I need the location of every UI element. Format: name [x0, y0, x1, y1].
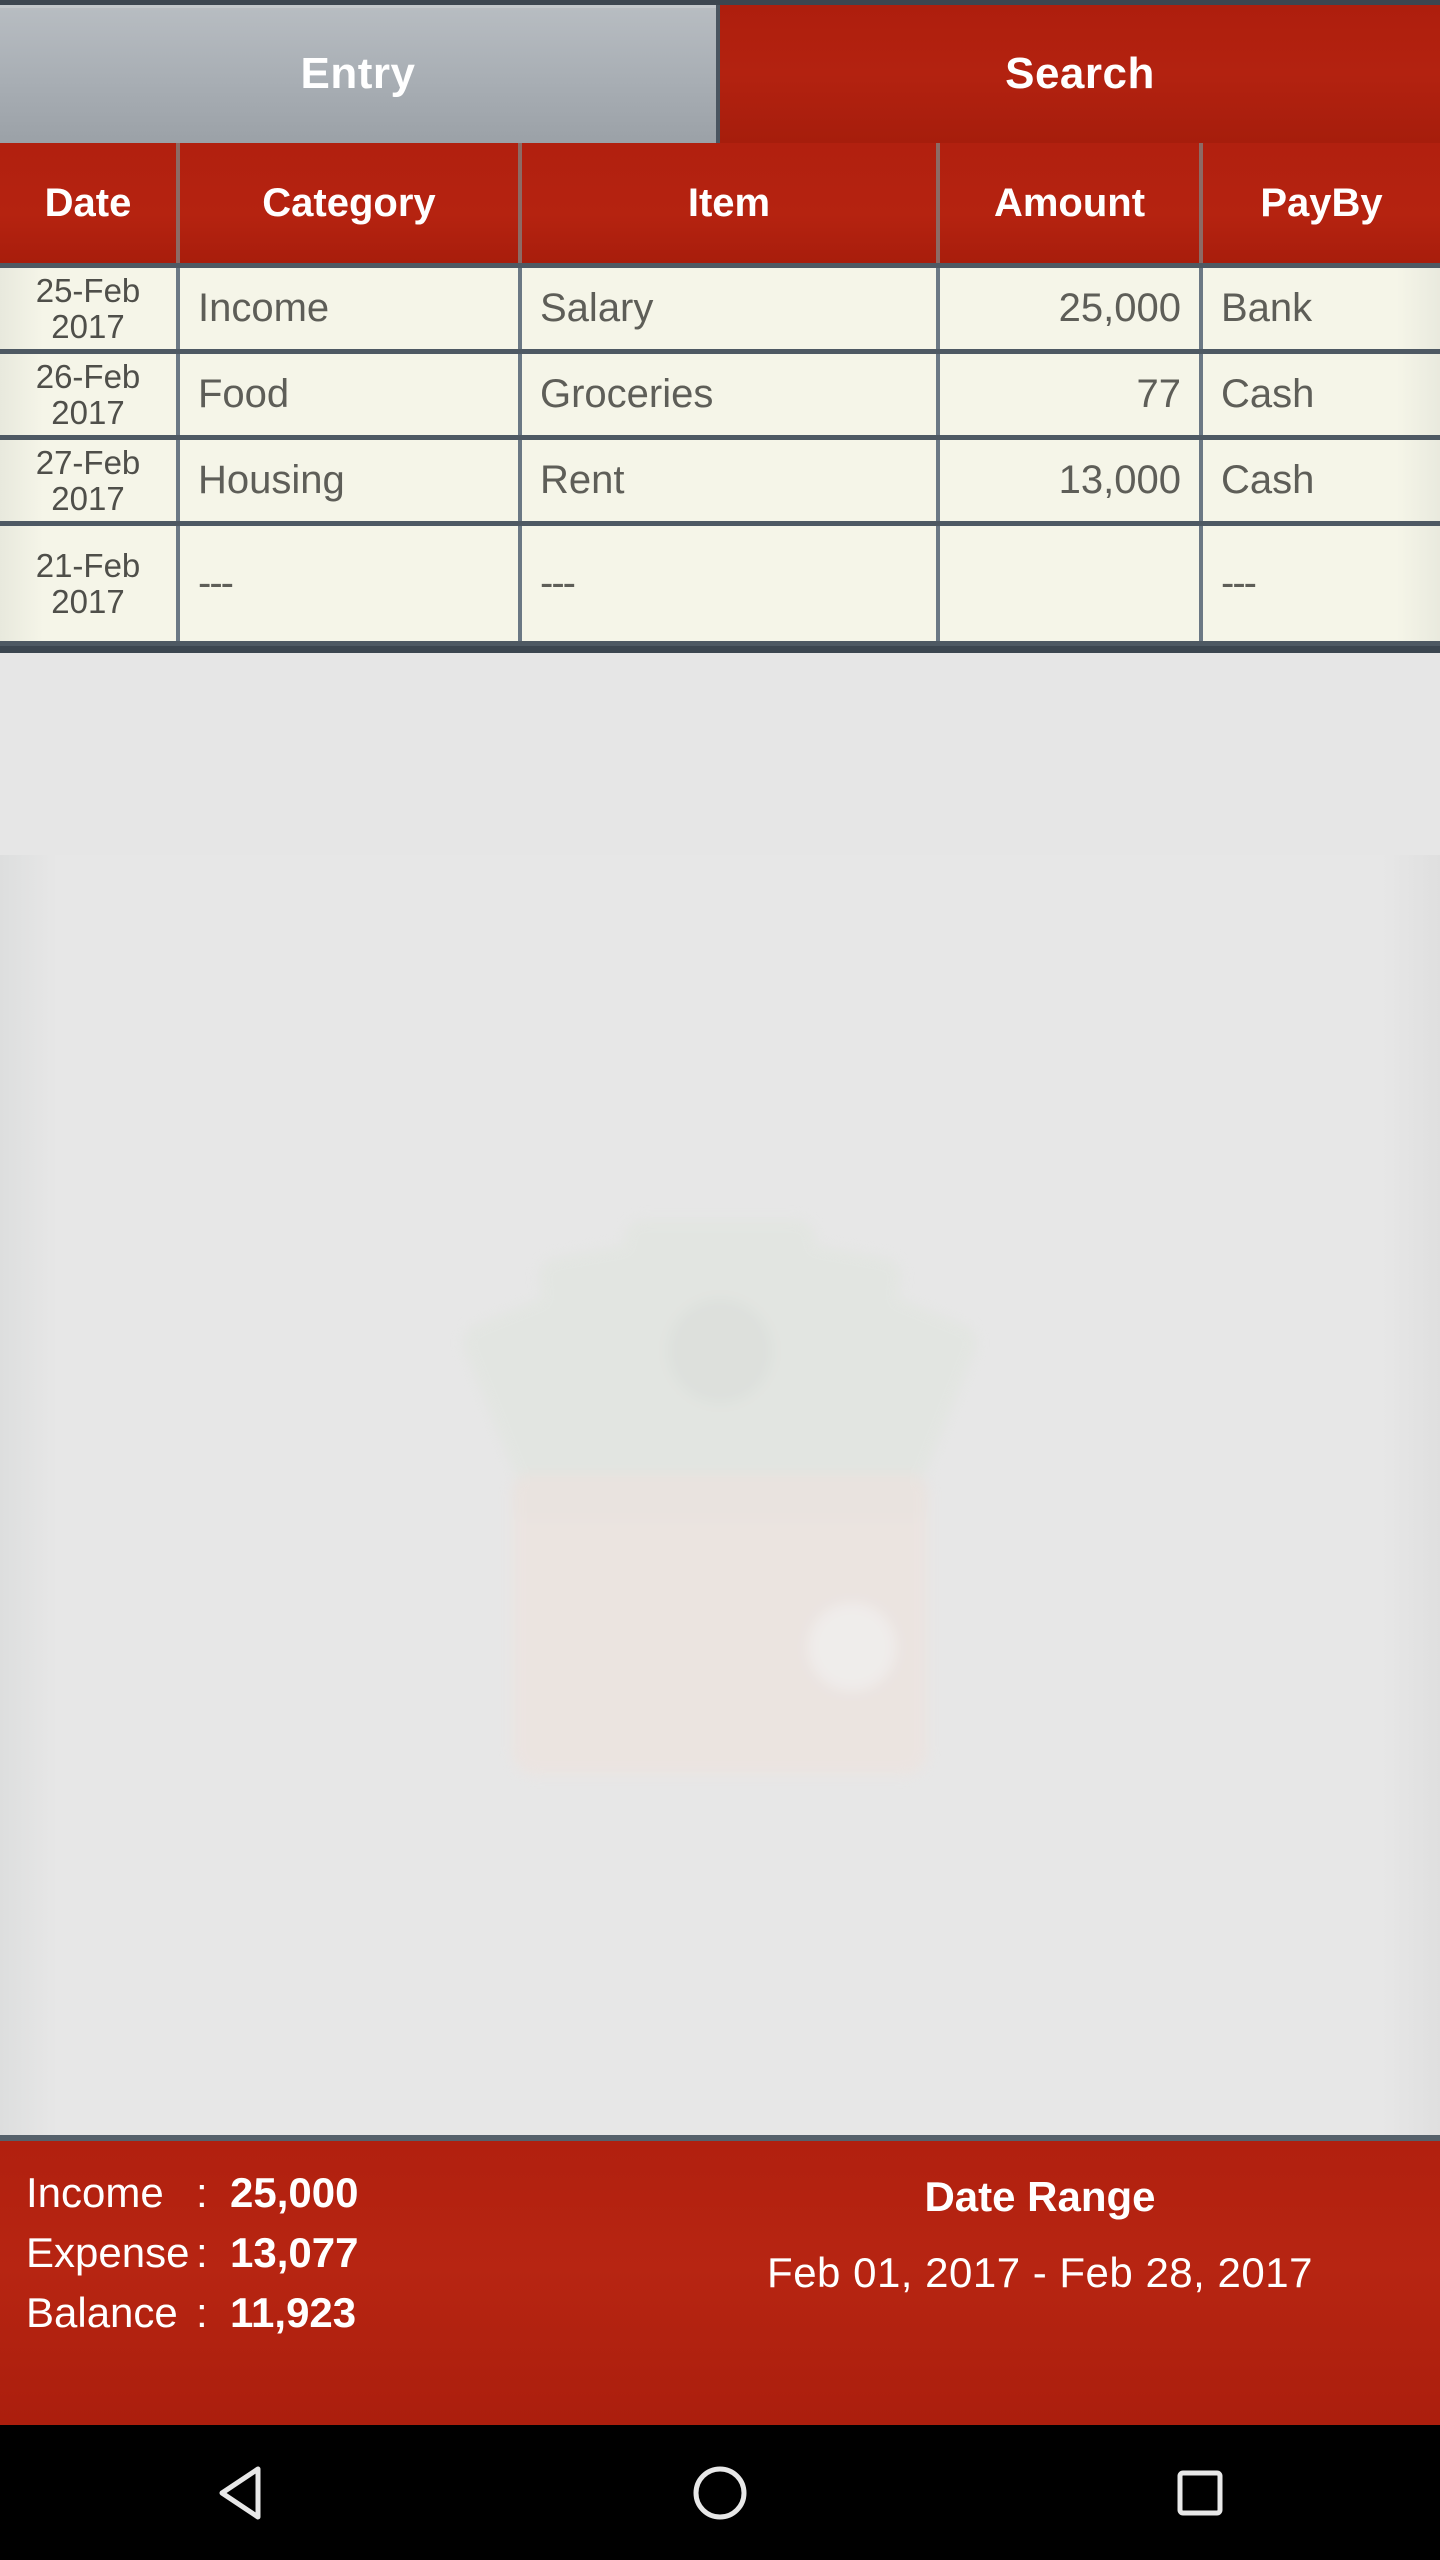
wallet-with-banknotes-icon — [463, 1219, 977, 1775]
empty-list-area — [0, 855, 1440, 2135]
cell-category: Income — [180, 268, 522, 349]
column-header-amount-label: Amount — [993, 180, 1146, 225]
column-header-category[interactable]: Category — [180, 143, 522, 263]
date-stack: 26-Feb 2017 — [18, 359, 158, 430]
expense-value: 13,077 — [230, 2229, 359, 2276]
cell-payby-text: --- — [1221, 561, 1257, 605]
balance-colon: : — [196, 2289, 208, 2336]
table-header-row: Date Category Item Amount PayBy — [0, 143, 1440, 268]
table-row[interactable]: 21-Feb 2017 --- --- --- — [0, 526, 1440, 646]
column-header-amount[interactable]: Amount — [940, 143, 1203, 263]
cell-item-text: Rent — [540, 458, 625, 502]
cell-amount — [940, 526, 1203, 641]
cell-date: 26-Feb 2017 — [0, 354, 180, 435]
income-colon: : — [196, 2169, 208, 2216]
balance-label: Balance — [26, 2289, 178, 2336]
column-header-date[interactable]: Date — [0, 143, 180, 263]
date-range-title: Date Range — [924, 2173, 1156, 2220]
cell-payby: Bank — [1203, 268, 1440, 349]
column-header-payby-label: PayBy — [1260, 180, 1383, 225]
tab-bar: Entry Search — [0, 0, 1440, 143]
app-screen: Entry Search Date Category Item Amount P… — [0, 0, 1440, 2560]
cell-date: 27-Feb 2017 — [0, 440, 180, 521]
cell-category-text: --- — [198, 561, 234, 605]
table-row[interactable]: 27-Feb 2017 Housing Rent 13,000 Cash — [0, 440, 1440, 526]
cell-amount-text: 25,000 — [1058, 286, 1181, 330]
cell-payby: Cash — [1203, 440, 1440, 521]
cell-item: --- — [522, 526, 940, 641]
date-day: 21-Feb — [35, 546, 141, 584]
cell-date: 25-Feb 2017 — [0, 268, 180, 349]
cell-item-text: Salary — [540, 286, 654, 330]
table-row[interactable]: 26-Feb 2017 Food Groceries 77 Cash — [0, 354, 1440, 440]
cell-amount: 77 — [940, 354, 1203, 435]
cell-item: Salary — [522, 268, 940, 349]
cell-item: Rent — [522, 440, 940, 521]
cell-date: 21-Feb 2017 — [0, 526, 180, 641]
date-range-value[interactable]: Feb 01, 2017 - Feb 28, 2017 — [767, 2249, 1313, 2297]
column-header-payby[interactable]: PayBy — [1203, 143, 1440, 263]
cell-payby: Cash — [1203, 354, 1440, 435]
expense-label: Expense — [26, 2229, 190, 2276]
date-day: 26-Feb — [35, 357, 141, 395]
date-stack: 21-Feb 2017 — [18, 548, 158, 619]
date-day: 25-Feb — [35, 271, 141, 309]
totals-group: Income : 25,000 Expense : 13,077 Balance… — [0, 2141, 640, 2425]
tab-search-label: Search — [1005, 49, 1155, 98]
column-header-category-label: Category — [262, 180, 436, 225]
table-row[interactable]: 25-Feb 2017 Income Salary 25,000 Bank — [0, 268, 1440, 354]
date-year: 2017 — [51, 479, 125, 517]
tab-entry[interactable]: Entry — [0, 5, 720, 143]
recents-square-icon — [1177, 2470, 1223, 2515]
cell-category: --- — [180, 526, 522, 641]
date-year: 2017 — [51, 393, 125, 431]
entries-table: Date Category Item Amount PayBy 25-Feb 2… — [0, 143, 1440, 653]
cell-item: Groceries — [522, 354, 940, 435]
cell-category-text: Housing — [198, 458, 345, 502]
column-header-date-label: Date — [44, 180, 132, 225]
cell-category-text: Food — [198, 372, 290, 416]
balance-value: 11,923 — [230, 2289, 357, 2336]
income-line: Income : 25,000 — [26, 2169, 640, 2217]
cell-category: Food — [180, 354, 522, 435]
android-navigation-bar — [0, 2425, 1440, 2560]
date-range-group[interactable]: Date Range Feb 01, 2017 - Feb 28, 2017 — [640, 2141, 1440, 2425]
back-triangle-icon — [219, 2466, 261, 2519]
nav-recents-button[interactable] — [1100, 2425, 1300, 2560]
expense-line: Expense : 13,077 — [26, 2229, 640, 2277]
cell-item-text: Groceries — [540, 372, 714, 416]
date-stack: 25-Feb 2017 — [18, 273, 158, 344]
date-stack: 27-Feb 2017 — [18, 445, 158, 516]
balance-line: Balance : 11,923 — [26, 2289, 640, 2337]
cell-category-text: Income — [198, 286, 330, 330]
nav-home-button[interactable] — [620, 2425, 820, 2560]
cell-payby-text: Cash — [1221, 458, 1315, 502]
cell-payby: --- — [1203, 526, 1440, 641]
expense-colon: : — [196, 2229, 208, 2276]
column-header-item-label: Item — [687, 180, 771, 225]
date-day: 27-Feb — [35, 443, 141, 481]
summary-bar: Income : 25,000 Expense : 13,077 Balance… — [0, 2135, 1440, 2425]
date-year: 2017 — [51, 307, 125, 345]
home-circle-icon — [693, 2466, 747, 2519]
income-label: Income — [26, 2169, 164, 2216]
income-value: 25,000 — [230, 2169, 359, 2216]
cell-category: Housing — [180, 440, 522, 521]
cell-amount: 25,000 — [940, 268, 1203, 349]
tab-search[interactable]: Search — [720, 5, 1440, 143]
column-header-item[interactable]: Item — [522, 143, 940, 263]
date-year: 2017 — [51, 582, 125, 620]
cell-payby-text: Bank — [1221, 286, 1313, 330]
cell-item-text: --- — [540, 561, 576, 605]
cell-amount-text: 13,000 — [1058, 458, 1181, 502]
tab-entry-label: Entry — [300, 49, 416, 98]
cell-amount-text: 77 — [1136, 372, 1182, 416]
cell-payby-text: Cash — [1221, 372, 1315, 416]
cell-amount: 13,000 — [940, 440, 1203, 521]
nav-back-button[interactable] — [140, 2425, 340, 2560]
